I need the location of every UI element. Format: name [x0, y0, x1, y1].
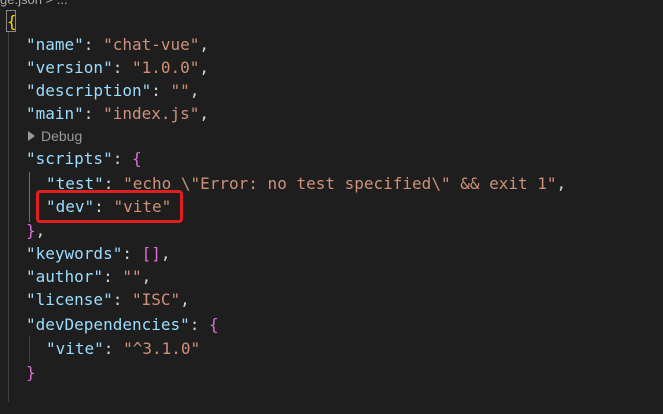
brace-open: { [209, 315, 219, 334]
json-value: "chat-vue" [103, 35, 200, 54]
json-value: "" [122, 267, 142, 286]
json-value: "" [170, 81, 190, 100]
json-value: "^3.1.0" [123, 339, 201, 358]
debug-label: Debug [41, 128, 83, 144]
json-key: "main" [26, 104, 84, 123]
code-line-version[interactable]: "version": "1.0.0", [26, 56, 209, 79]
code-line-description[interactable]: "description": "", [26, 79, 199, 102]
indent-guide [8, 32, 9, 402]
brace-open: { [131, 149, 142, 168]
brace-open: { [7, 12, 17, 31]
code-editor[interactable]: ge.json > ... { "name": "chat-vue", "ver… [0, 0, 663, 414]
json-value: "1.0.0" [131, 58, 200, 77]
code-line-name[interactable]: "name": "chat-vue", [26, 33, 209, 56]
code-line-open-brace[interactable]: { [7, 10, 17, 33]
code-line-license[interactable]: "license": "ISC", [26, 288, 190, 311]
json-value: "index.js" [103, 104, 200, 123]
indent-guide-active [29, 172, 30, 222]
json-value: "ISC" [131, 290, 181, 309]
json-key: "name" [26, 35, 84, 54]
code-line-main[interactable]: "main": "index.js", [26, 102, 209, 125]
json-key: "devDependencies" [26, 315, 190, 334]
code-line-keywords[interactable]: "keywords": [], [26, 242, 171, 265]
debug-codelens[interactable]: Debug [28, 126, 82, 146]
brace-close: } [26, 221, 36, 240]
code-line-vite[interactable]: "vite": "^3.1.0" [46, 337, 200, 360]
indent-guide [29, 336, 30, 362]
json-key: "scripts" [26, 149, 113, 168]
highlight-annotation-box [36, 190, 183, 223]
json-key: "author" [26, 267, 104, 286]
code-line-scripts-close[interactable]: }, [26, 219, 45, 242]
code-line-devdependencies[interactable]: "devDependencies": { [26, 313, 219, 336]
json-key: "keywords" [26, 244, 123, 263]
json-key: "version" [26, 58, 113, 77]
code-line-scripts[interactable]: "scripts": { [26, 147, 142, 170]
json-value: [] [141, 244, 161, 263]
json-key: "license" [26, 290, 113, 309]
code-line-devdependencies-close[interactable]: } [26, 361, 36, 384]
json-key: "vite" [46, 339, 104, 358]
code-line-author[interactable]: "author": "", [26, 265, 151, 288]
json-value: "echo \"Error: no test specified\" && ex… [123, 174, 557, 193]
brace-close: } [26, 363, 36, 382]
breadcrumb[interactable]: ge.json > ... [0, 0, 68, 8]
json-key: "description" [26, 81, 152, 100]
play-icon [28, 131, 35, 142]
